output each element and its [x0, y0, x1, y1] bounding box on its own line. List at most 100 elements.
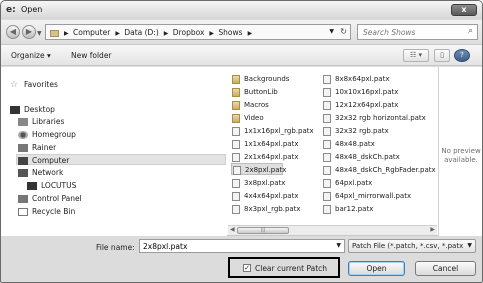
document-icon: [323, 165, 331, 175]
file-item-4x4x64pxl[interactable]: 4x4x64pxl.patx: [232, 190, 298, 202]
address-bar[interactable]: ▶ Computer ▶ Data (D:) ▶ Dropbox ▶ Shows ▶ ▼…: [45, 24, 351, 40]
file-item-64pxl[interactable]: 64pxl.patx: [323, 177, 372, 189]
command-bar: Organize ▾ New folder ☷ ▾ ▯ ?: [1, 44, 482, 66]
file-item-3x8pxl[interactable]: 3x8pxl.patx: [232, 177, 285, 189]
document-icon: [323, 113, 331, 123]
refresh-icon[interactable]: ↻: [340, 27, 347, 36]
preview-pane: No preview available.: [438, 67, 482, 236]
breadcrumb-data-drive[interactable]: Data (D:): [124, 28, 158, 37]
nav-item-libraries[interactable]: Libraries: [18, 116, 64, 127]
nav-item-locutus[interactable]: LOCUTUS: [27, 180, 76, 191]
file-type-value: Patch File (*.patch, *.csv, *.patx: [352, 242, 464, 250]
search-icon[interactable]: ⌕: [468, 26, 473, 36]
scrollbar-thumb[interactable]: |||: [237, 227, 289, 234]
cancel-button[interactable]: Cancel: [415, 261, 476, 276]
chevron-down-icon[interactable]: ▼: [336, 242, 341, 249]
file-item-48x48-dskch-rgbfader[interactable]: 48x48_dskCh_RgbFader.patx: [323, 164, 436, 176]
breadcrumb-shows[interactable]: Shows: [218, 28, 242, 37]
file-item-buttonlib[interactable]: ButtonLib: [232, 86, 278, 98]
file-item-64pxl-mirrorwall[interactable]: 64pxl_mirrorwall.patx: [323, 190, 411, 202]
document-icon: [323, 204, 331, 214]
address-dropdown-icon[interactable]: ▼: [329, 28, 334, 35]
nav-item-rainer[interactable]: Rainer: [18, 142, 56, 153]
preview-pane-icon[interactable]: ▯: [434, 49, 450, 62]
file-item-8x8x64pxl[interactable]: 8x8x64pxl.patx: [323, 73, 389, 85]
horizontal-scrollbar[interactable]: ◀ ||| ▶: [228, 225, 437, 235]
breadcrumb-dropbox[interactable]: Dropbox: [173, 28, 205, 37]
file-name: 1x1x64pxl.patx: [244, 140, 299, 148]
file-item-bar12[interactable]: bar12.patx: [323, 203, 373, 215]
desktop-icon: [10, 106, 20, 114]
preview-message-line1: No preview: [441, 147, 481, 155]
organize-menu[interactable]: Organize ▾: [11, 51, 51, 60]
file-item-8x3pxl-rgb[interactable]: 8x3pxl_rgb.patx: [232, 203, 301, 215]
file-item-48x48-dskch[interactable]: 48x48_dskCh.patx: [323, 151, 400, 163]
chevron-down-icon[interactable]: ▼: [467, 240, 472, 252]
scroll-left-icon[interactable]: ◀: [230, 226, 235, 233]
file-name: 4x4x64pxl.patx: [244, 192, 299, 200]
file-name-field[interactable]: ▼: [139, 239, 345, 253]
file-name: 32x32 rgb.patx: [335, 127, 389, 135]
file-item-1x1x16pxl-rgb[interactable]: 1x1x16pxl_rgb.patx: [232, 125, 314, 137]
file-item-2x8pxl[interactable]: 2x8pxl.patx: [231, 163, 286, 175]
file-name: bar12.patx: [335, 205, 374, 213]
file-name: 10x10x16pxl.patx: [335, 88, 399, 96]
file-item-32x32-rgb-horizontal[interactable]: 32x32 rgb horizontal.patx: [323, 112, 426, 124]
user-folder-icon: [18, 144, 28, 152]
open-button[interactable]: Open: [348, 261, 405, 276]
document-icon: [323, 191, 331, 201]
new-folder-button[interactable]: New folder: [71, 51, 112, 60]
document-icon: [232, 139, 240, 149]
help-icon[interactable]: ?: [454, 49, 470, 62]
file-item-backgrounds[interactable]: Backgrounds: [232, 73, 289, 85]
document-icon: [323, 100, 331, 110]
search-box[interactable]: Search Shows ⌕: [357, 24, 478, 40]
nav-item-label: Desktop: [24, 105, 55, 114]
navigation-pane: ☆ Favorites Desktop Libraries Homegroup R…: [1, 67, 227, 236]
navigation-row: ◀ ▶ ▼ ▶ Computer ▶ Data (D:) ▶ Dropbox ▶ Sh…: [1, 20, 482, 44]
open-dialog: e: Open x ◀ ▶ ▼ ▶ Computer ▶ Data (D:) ▶ D…: [0, 0, 483, 283]
document-icon: [323, 178, 331, 188]
file-item-10x10x16pxl[interactable]: 10x10x16pxl.patx: [323, 86, 398, 98]
file-item-32x32-rgb[interactable]: 32x32 rgb.patx: [323, 125, 389, 137]
back-icon[interactable]: ◀: [6, 25, 20, 39]
clear-patch-option: ✓ Clear current Patch: [228, 257, 340, 278]
file-item-2x1x64pxl[interactable]: 2x1x64pxl.patx: [232, 151, 298, 163]
folder-icon: [232, 74, 240, 84]
nav-item-label: Network: [32, 168, 64, 177]
nav-item-network[interactable]: Network: [18, 167, 63, 178]
nav-item-computer[interactable]: Computer: [16, 154, 226, 165]
forward-icon[interactable]: ▶: [22, 25, 36, 39]
file-name: 64pxl.patx: [335, 179, 373, 187]
file-item-12x12x64pxl[interactable]: 12x12x64pxl.patx: [323, 99, 398, 111]
nav-item-homegroup[interactable]: Homegroup: [18, 129, 76, 140]
breadcrumb-computer[interactable]: Computer: [73, 28, 110, 37]
file-item-48x48[interactable]: 48x48.patx: [323, 138, 375, 150]
title-bar[interactable]: e: Open x: [1, 1, 482, 19]
close-button[interactable]: x: [451, 4, 477, 16]
nav-item-favorites[interactable]: ☆ Favorites: [10, 79, 58, 90]
preview-message-line2: available.: [444, 156, 478, 164]
file-name-label: File name:: [96, 243, 135, 252]
nav-item-label: Favorites: [24, 80, 58, 89]
clear-patch-label[interactable]: Clear current Patch: [255, 264, 327, 273]
search-placeholder: Search Shows: [363, 28, 416, 37]
nav-item-control-panel[interactable]: Control Panel: [18, 193, 82, 204]
clear-patch-checkbox[interactable]: ✓: [243, 264, 251, 272]
file-item-1x1x64pxl[interactable]: 1x1x64pxl.patx: [232, 138, 298, 150]
file-name: 8x3pxl_rgb.patx: [244, 205, 301, 213]
libraries-icon: [18, 118, 28, 126]
file-item-video[interactable]: Video: [232, 112, 264, 124]
nav-item-recycle-bin[interactable]: Recycle Bin: [18, 206, 75, 217]
recycle-bin-icon: [18, 208, 28, 216]
computer-icon: [27, 182, 37, 190]
file-item-macros[interactable]: Macros: [232, 99, 269, 111]
file-name: 48x48_dskCh_RgbFader.patx: [335, 166, 436, 174]
recent-pages-chevron-icon[interactable]: ▼: [37, 30, 42, 37]
scroll-right-icon[interactable]: ▶: [430, 226, 435, 233]
nav-item-desktop[interactable]: Desktop: [10, 104, 55, 115]
file-type-select[interactable]: Patch File (*.patch, *.csv, *.patx ▼: [348, 239, 476, 253]
file-name: Macros: [244, 101, 269, 109]
change-view-icon[interactable]: ☷ ▾: [403, 49, 429, 62]
file-name-input[interactable]: [140, 240, 330, 252]
